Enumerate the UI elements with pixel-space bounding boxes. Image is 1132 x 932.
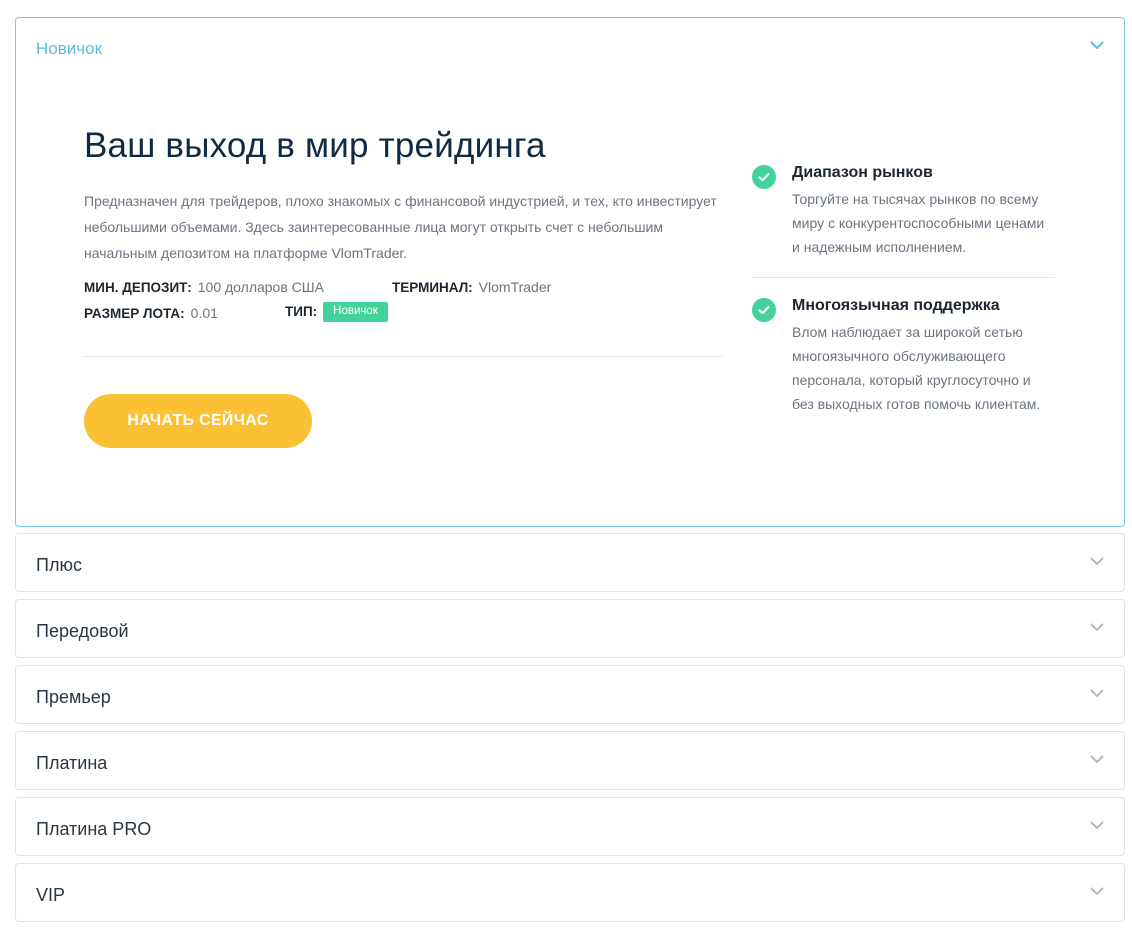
feature-support: Многоязычная поддержка Влом наблюдает за… bbox=[752, 296, 1055, 416]
accordion-header-premier[interactable]: Премьер bbox=[16, 666, 1124, 725]
spec-value: 100 долларов США bbox=[197, 279, 324, 295]
chevron-down-icon[interactable] bbox=[1090, 818, 1104, 832]
chevron-down-icon[interactable] bbox=[1090, 554, 1104, 568]
accordion-panel-novice: Новичок Ваш выход в мир трейдинга Предна… bbox=[15, 17, 1125, 527]
divider bbox=[84, 356, 723, 357]
accordion-title: Плюс bbox=[36, 555, 82, 575]
accordion-header-advanced[interactable]: Передовой bbox=[16, 600, 1124, 659]
spec-label: ТИП: bbox=[285, 304, 318, 319]
accordion-panel-platinum[interactable]: Платина bbox=[15, 731, 1125, 790]
spec-label: МИН. ДЕПОЗИТ: bbox=[84, 280, 192, 295]
accordion-title: Новичок bbox=[36, 39, 103, 58]
spec-terminal: ТЕРМИНАЛ: VlomTrader bbox=[392, 278, 551, 297]
feature-text: Влом наблюдает за широкой сетью многоязы… bbox=[792, 324, 1041, 412]
accordion-header-vip[interactable]: VIP bbox=[16, 864, 1124, 923]
accordion-title: VIP bbox=[36, 885, 66, 905]
chevron-down-icon[interactable] bbox=[1090, 38, 1104, 52]
account-overview: Ваш выход в мир трейдинга Предназначен д… bbox=[84, 126, 724, 324]
check-circle-icon bbox=[752, 165, 776, 189]
feature-text: Торгуйте на тысячах рынков по всему миру… bbox=[792, 191, 1045, 255]
accordion-header-plus[interactable]: Плюс bbox=[16, 534, 1124, 593]
accordion-header-platinum-pro[interactable]: Платина PRO bbox=[16, 798, 1124, 857]
spec-label: РАЗМЕР ЛОТА: bbox=[84, 306, 185, 321]
divider bbox=[752, 277, 1055, 278]
accordion-panel-platinum-pro[interactable]: Платина PRO bbox=[15, 797, 1125, 856]
features-list: Диапазон рынков Торгуйте на тысячах рынк… bbox=[752, 163, 1055, 416]
feature-title: Многоязычная поддержка bbox=[792, 297, 1000, 314]
accordion-title: Платина bbox=[36, 753, 108, 773]
check-circle-icon bbox=[752, 298, 776, 322]
page-title: Ваш выход в мир трейдинга bbox=[84, 126, 546, 165]
spec-type: ТИП: Новичок bbox=[285, 302, 388, 323]
accordion-panel-advanced[interactable]: Передовой bbox=[15, 599, 1125, 658]
feature-title: Диапазон рынков bbox=[792, 164, 933, 181]
accordion-title: Передовой bbox=[36, 621, 129, 641]
accordion-panel-plus[interactable]: Плюс bbox=[15, 533, 1125, 592]
account-specs: МИН. ДЕПОЗИТ: 100 долларов США ТЕРМИНАЛ: V… bbox=[84, 278, 724, 324]
accordion-header-platinum[interactable]: Платина bbox=[16, 732, 1124, 791]
start-now-button[interactable]: НАЧАТЬ СЕЙЧАС bbox=[84, 394, 312, 448]
chevron-down-icon[interactable] bbox=[1090, 884, 1104, 898]
accordion-title: Премьер bbox=[36, 687, 111, 707]
account-types-accordion: Новичок Ваш выход в мир трейдинга Предна… bbox=[15, 17, 1125, 929]
accordion-panel-premier[interactable]: Премьер bbox=[15, 665, 1125, 724]
feature-markets: Диапазон рынков Торгуйте на тысячах рынк… bbox=[752, 163, 1055, 259]
chevron-down-icon[interactable] bbox=[1090, 686, 1104, 700]
spec-label: ТЕРМИНАЛ: bbox=[392, 280, 473, 295]
spec-value: 0.01 bbox=[190, 305, 218, 321]
spec-lot-size: РАЗМЕР ЛОТА: 0.01 bbox=[84, 304, 218, 323]
accordion-title: Платина PRO bbox=[36, 819, 152, 839]
spec-min-deposit: МИН. ДЕПОЗИТ: 100 долларов США bbox=[84, 278, 324, 297]
account-description: Предназначен для трейдеров, плохо знаком… bbox=[84, 193, 717, 261]
accordion-panel-vip[interactable]: VIP bbox=[15, 863, 1125, 922]
chevron-down-icon[interactable] bbox=[1090, 620, 1104, 634]
accordion-header-novice[interactable]: Новичок bbox=[16, 18, 1124, 77]
chevron-down-icon[interactable] bbox=[1090, 752, 1104, 766]
status-badge: Новичок bbox=[323, 302, 388, 323]
spec-value: VlomTrader bbox=[478, 279, 552, 295]
